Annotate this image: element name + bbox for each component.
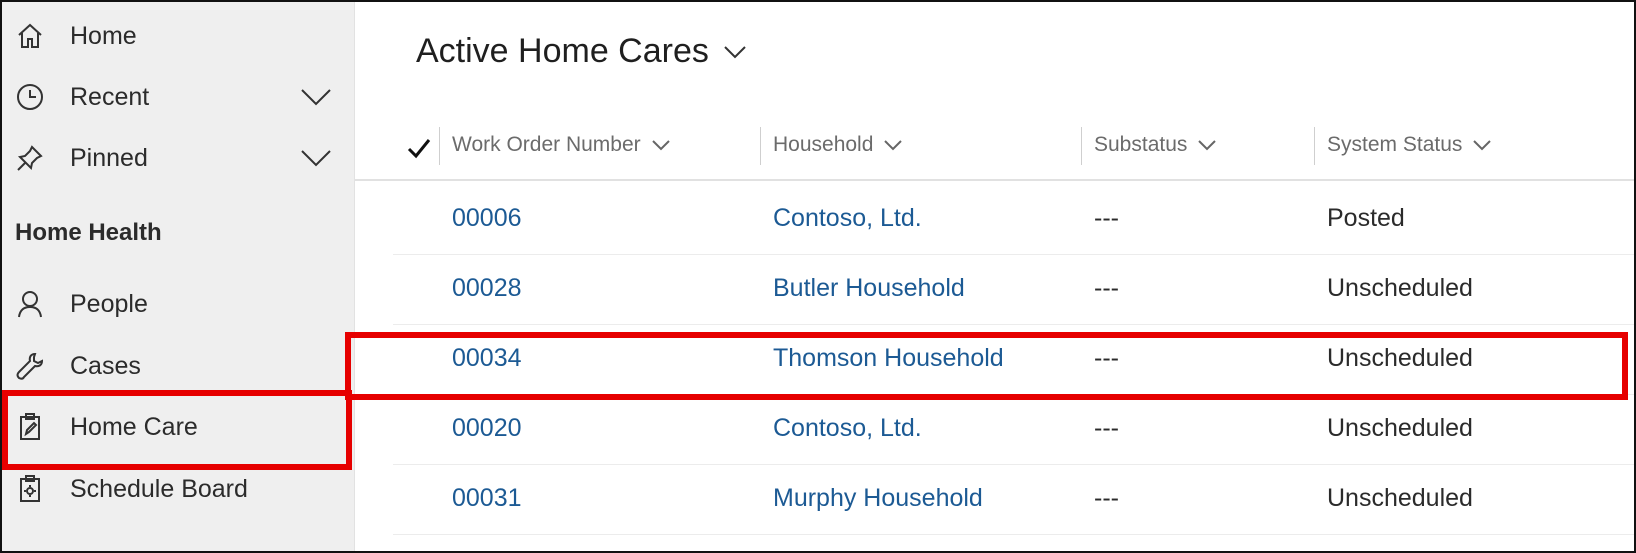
pin-icon	[14, 142, 46, 174]
table-row[interactable]: 00031 Murphy Household --- Unscheduled	[393, 464, 1634, 535]
clipboard-gear-icon	[14, 473, 46, 505]
clipboard-edit-icon	[14, 411, 46, 443]
system-status-value: Unscheduled	[1327, 484, 1473, 512]
column-separator	[1081, 127, 1082, 165]
sidebar-item-label: Pinned	[70, 143, 148, 172]
work-order-link[interactable]: 00031	[452, 484, 522, 513]
chevron-down-icon	[884, 140, 903, 151]
sidebar-item-schedule-board[interactable]: Schedule Board	[2, 461, 354, 517]
column-header-work-order-number[interactable]: Work Order Number	[452, 133, 671, 157]
column-header-system-status[interactable]: System Status	[1327, 133, 1492, 157]
work-order-link[interactable]: 00028	[452, 274, 522, 303]
system-status-value: Unscheduled	[1327, 274, 1473, 302]
substatus-value: ---	[1094, 414, 1119, 442]
system-status-value: Unscheduled	[1327, 414, 1473, 442]
sidebar-item-cases[interactable]: Cases	[2, 338, 354, 394]
section-title: Home Health	[15, 219, 162, 246]
household-link[interactable]: Murphy Household	[773, 484, 983, 513]
sidebar: Home Recent Pinned Home Health People Ca…	[2, 2, 355, 551]
substatus-value: ---	[1094, 204, 1119, 232]
chevron-down-icon[interactable]	[300, 87, 332, 107]
table-row[interactable]: 00034 Thomson Household --- Unscheduled	[393, 324, 1634, 395]
sidebar-item-label: Home	[70, 21, 137, 50]
table-row[interactable]: 00028 Butler Household --- Unscheduled	[393, 254, 1634, 325]
sidebar-item-people[interactable]: People	[2, 276, 354, 332]
chevron-down-icon	[1473, 140, 1492, 151]
household-link[interactable]: Contoso, Ltd.	[773, 414, 922, 443]
work-order-link[interactable]: 00006	[452, 204, 522, 233]
household-link[interactable]: Thomson Household	[773, 344, 1004, 373]
substatus-value: ---	[1094, 484, 1119, 512]
view-selector[interactable]: Active Home Cares	[416, 32, 747, 71]
table-row[interactable]: 00020 Contoso, Ltd. --- Unscheduled	[393, 394, 1634, 465]
sidebar-item-label: Recent	[70, 82, 150, 111]
sidebar-item-label: Home Care	[70, 412, 198, 441]
grid-header: Work Order Number Household Substatus Sy…	[355, 117, 1634, 181]
home-icon	[14, 20, 46, 52]
sidebar-item-pinned[interactable]: Pinned	[2, 130, 354, 186]
household-link[interactable]: Contoso, Ltd.	[773, 204, 922, 233]
substatus-value: ---	[1094, 344, 1119, 372]
chevron-down-icon	[1198, 140, 1217, 151]
wrench-icon	[14, 350, 46, 382]
work-order-link[interactable]: 00020	[452, 414, 522, 443]
chevron-down-icon	[651, 140, 670, 151]
chevron-down-icon	[724, 45, 746, 58]
app-window: Home Recent Pinned Home Health People Ca…	[0, 0, 1636, 553]
sidebar-item-home[interactable]: Home	[2, 8, 354, 64]
person-icon	[14, 288, 46, 320]
column-header-household[interactable]: Household	[773, 133, 903, 157]
column-separator	[760, 127, 761, 165]
sidebar-item-home-care[interactable]: Home Care	[2, 399, 354, 455]
chevron-down-icon[interactable]	[300, 148, 332, 168]
sidebar-item-label: Schedule Board	[70, 474, 248, 503]
sidebar-item-label: Cases	[70, 351, 141, 380]
page-title: Active Home Cares	[416, 32, 709, 70]
column-separator	[1314, 127, 1315, 165]
column-header-substatus[interactable]: Substatus	[1094, 133, 1217, 157]
clock-icon	[14, 81, 46, 113]
sidebar-item-recent[interactable]: Recent	[2, 69, 354, 125]
household-link[interactable]: Butler Household	[773, 274, 965, 303]
sidebar-item-label: People	[70, 289, 148, 318]
substatus-value: ---	[1094, 274, 1119, 302]
table-row[interactable]: 00006 Contoso, Ltd. --- Posted	[393, 184, 1634, 255]
work-order-link[interactable]: 00034	[452, 344, 522, 373]
main-content: Active Home Cares Work Order Number Hous…	[355, 2, 1634, 551]
system-status-value: Unscheduled	[1327, 344, 1473, 372]
select-all-checkmark-icon[interactable]	[405, 134, 433, 162]
column-separator	[439, 127, 440, 165]
system-status-value: Posted	[1327, 204, 1405, 232]
